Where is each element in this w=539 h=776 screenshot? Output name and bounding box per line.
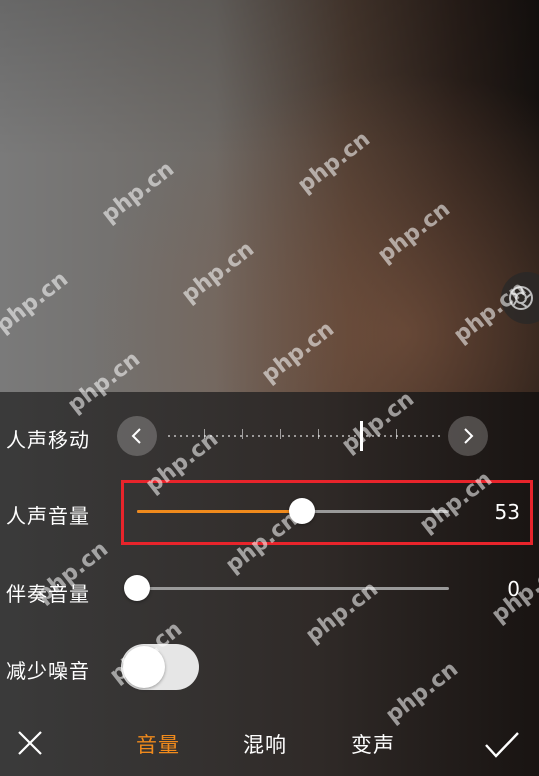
toggle-knob — [123, 646, 165, 688]
ruler-tick — [318, 429, 319, 439]
vocal-shift-left-button[interactable] — [117, 416, 157, 456]
noise-reduction-label: 减少噪音 — [6, 659, 90, 683]
tab-voice-change[interactable]: 变声 — [351, 729, 395, 759]
vocal-shift-label: 人声移动 — [6, 428, 90, 452]
close-button[interactable] — [16, 729, 44, 761]
accompaniment-volume-track[interactable] — [137, 587, 449, 590]
vocal-shift-ruler[interactable] — [166, 434, 440, 438]
ruler-tick — [242, 429, 243, 439]
vocal-shift-right-button[interactable] — [448, 416, 488, 456]
accompaniment-volume-value: 0 — [507, 577, 520, 601]
highlight-box — [121, 480, 533, 545]
close-icon — [18, 731, 42, 755]
tab-volume[interactable]: 音量 — [136, 729, 180, 759]
confirm-button[interactable] — [484, 731, 520, 763]
chevron-right-icon — [464, 428, 474, 444]
ruler-tick — [204, 429, 205, 439]
ruler-tick — [396, 429, 397, 439]
vocal-volume-label: 人声音量 — [6, 504, 90, 528]
vocal-shift-marker[interactable] — [360, 421, 363, 451]
accompaniment-volume-label: 伴奏音量 — [6, 582, 90, 606]
chevron-left-icon — [131, 428, 141, 444]
tab-reverb[interactable]: 混响 — [243, 729, 287, 759]
ruler-tick — [280, 429, 281, 439]
noise-reduction-toggle[interactable] — [121, 644, 199, 690]
accompaniment-volume-thumb[interactable] — [124, 575, 150, 601]
check-icon — [485, 732, 519, 758]
video-preview — [0, 0, 539, 392]
shutter-icon — [509, 286, 533, 310]
